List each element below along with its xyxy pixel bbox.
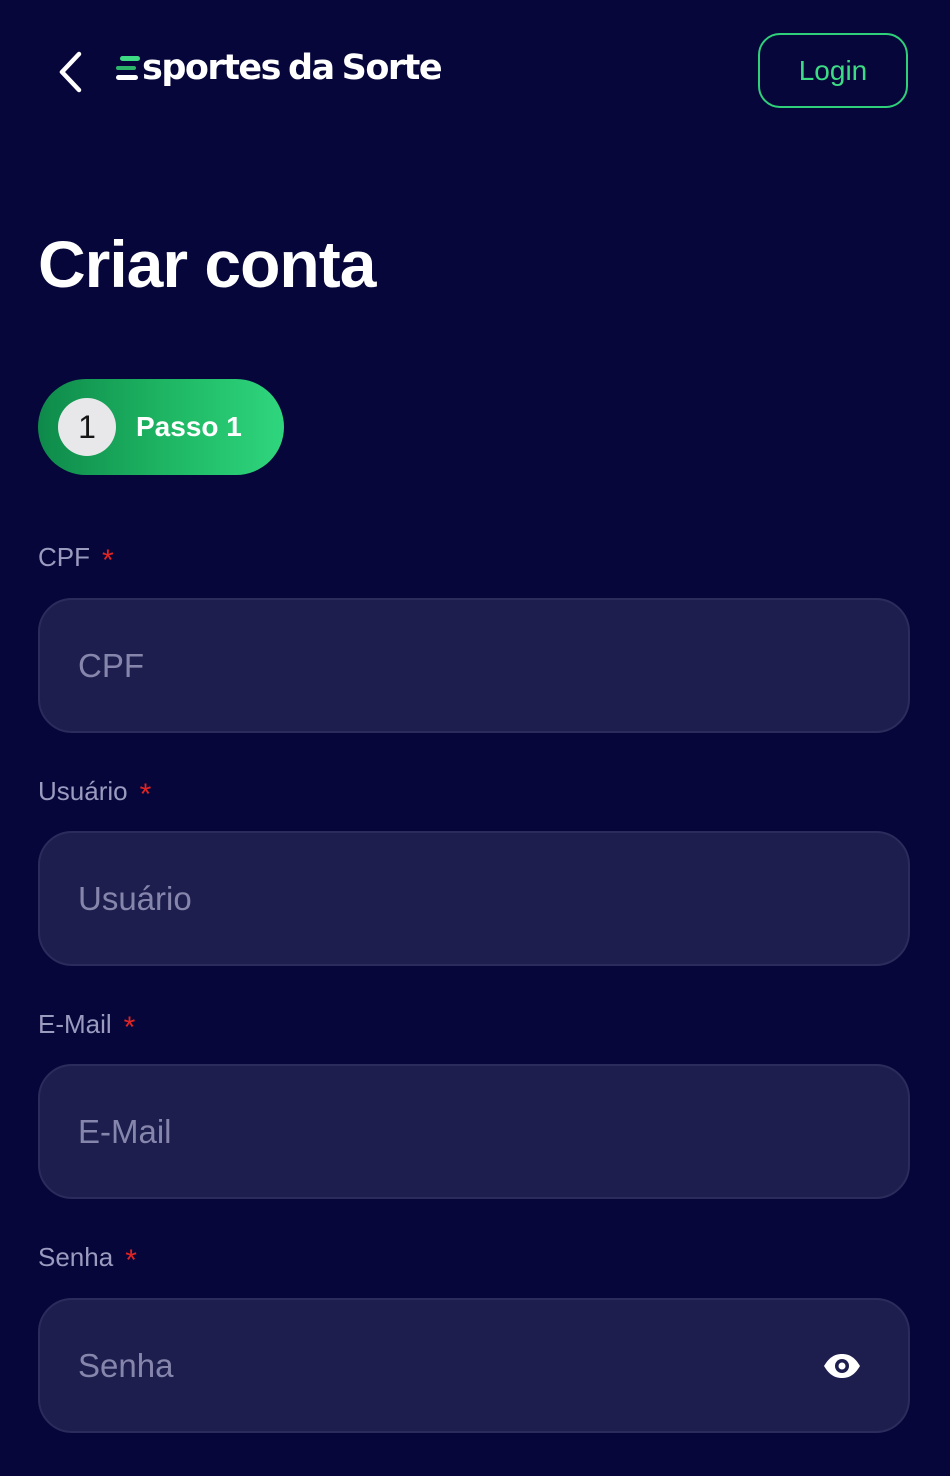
- chevron-left-icon: [59, 51, 82, 93]
- email-input[interactable]: [40, 1066, 908, 1197]
- step-indicator: 1 Passo 1: [38, 379, 284, 475]
- required-asterisk: *: [125, 1244, 137, 1277]
- step-label: Passo 1: [136, 411, 242, 442]
- page-title: Criar conta: [38, 227, 376, 301]
- password-field-container: [38, 1298, 910, 1433]
- cpf-label: CPF *: [38, 542, 114, 577]
- cpf-input[interactable]: [40, 600, 908, 731]
- email-field-container: [38, 1064, 910, 1199]
- back-button[interactable]: [48, 48, 92, 96]
- required-asterisk: *: [123, 1011, 136, 1044]
- show-password-button[interactable]: [820, 1348, 864, 1384]
- required-asterisk: *: [139, 778, 152, 811]
- required-asterisk: *: [102, 544, 114, 577]
- username-input[interactable]: [40, 833, 908, 964]
- email-label: E-Mail *: [38, 1009, 136, 1044]
- username-label: Usuário *: [38, 776, 152, 811]
- username-field-container: [38, 831, 910, 966]
- password-label: Senha *: [38, 1242, 137, 1277]
- cpf-field-container: [38, 598, 910, 733]
- login-button[interactable]: Login: [758, 33, 908, 108]
- logo-mark-icon: [116, 56, 140, 81]
- eye-icon: [824, 1353, 860, 1378]
- brand-logo[interactable]: sportes da Sorte: [116, 46, 443, 90]
- app-header: sportes da Sorte Login: [0, 0, 950, 140]
- password-input[interactable]: [40, 1300, 908, 1431]
- step-number: 1: [58, 398, 116, 456]
